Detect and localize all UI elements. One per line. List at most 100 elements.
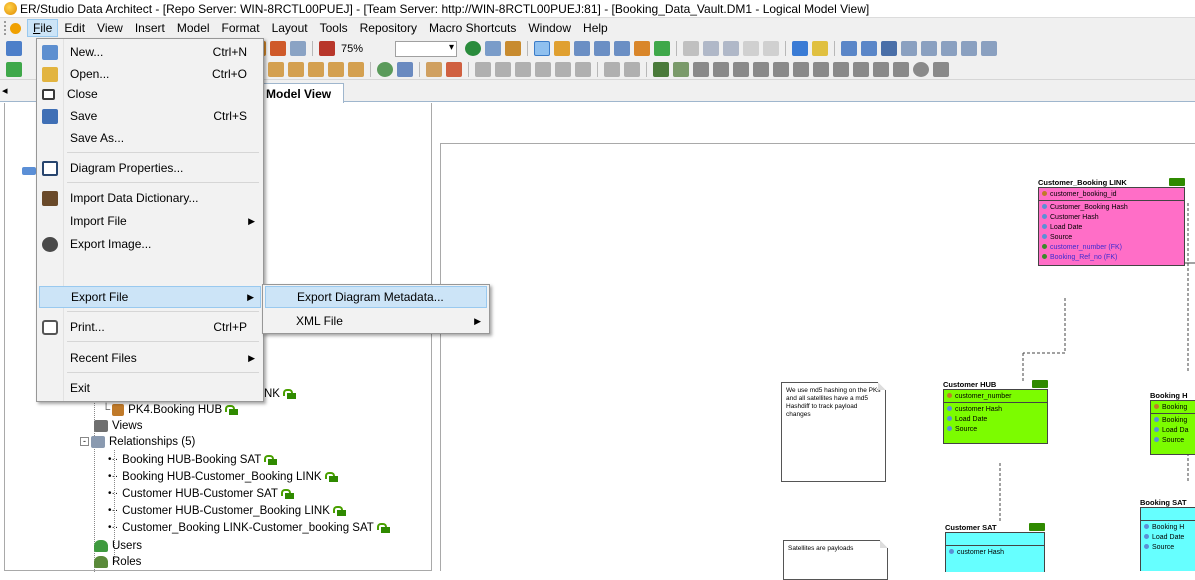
entity-customer-hub[interactable]: Customer HUB customer_number customer Ha… [943,379,1048,444]
entity-booking-hub[interactable]: Booking H Booking Booking Load Da Source [1150,390,1195,455]
menu-insert[interactable]: Insert [129,19,171,37]
menu-tools[interactable]: Tools [314,19,354,37]
align-top-icon[interactable] [495,61,511,77]
zoom-out-icon[interactable] [594,41,611,56]
menu-view[interactable]: View [91,19,129,37]
entity-customer-booking-link[interactable]: Customer_Booking LINK customer_booking_i… [1038,177,1185,266]
relationship-icon[interactable] [901,41,918,56]
list-icon[interactable] [812,41,829,56]
shape-icon[interactable] [348,61,364,77]
menu-item-close[interactable]: Close [39,83,261,105]
merge-icon[interactable] [713,61,729,77]
navigator-icon[interactable] [654,41,671,56]
schema-icon[interactable] [813,61,829,77]
menu-item-export-diagram-metadata[interactable]: Export Diagram Metadata... [265,286,487,308]
tree-relationship-item[interactable]: •·· Booking HUB-Booking SAT [108,452,278,467]
menu-item-diagram-properties[interactable]: Diagram Properties... [39,157,261,179]
users-icon[interactable] [853,61,869,77]
entity-booking-sat[interactable]: Booking SAT Booking H Load Date Source [1140,497,1195,571]
tree-item-roles[interactable]: Roles [94,554,141,569]
tree-relationship-item[interactable]: •·· Booking HUB-Customer_Booking LINK [108,469,338,484]
menu-format[interactable]: Format [216,19,266,37]
new-icon[interactable] [6,41,22,56]
diagram-note-satellites[interactable]: Satellites are payloads [783,540,888,580]
zoom-dropdown[interactable] [395,40,458,57]
tab-scroll-left-icon[interactable]: ◂ [2,84,8,97]
menu-item-xml-file[interactable]: XML File ▶ [265,310,487,332]
pan-icon[interactable] [634,41,651,56]
align2-icon[interactable] [288,61,304,77]
tools-icon[interactable] [426,61,442,77]
space-v-icon[interactable] [624,61,640,77]
report-icon[interactable] [773,61,789,77]
table-icon[interactable] [841,41,858,56]
green-box-icon[interactable] [6,61,22,77]
wizard-icon[interactable] [793,61,809,77]
tab-model-view[interactable]: Model View [260,83,344,103]
macro-icon[interactable] [893,61,909,77]
relationship5-icon[interactable] [981,41,998,56]
submodel-icon[interactable] [673,61,689,77]
menu-macro-shortcuts[interactable]: Macro Shortcuts [423,19,522,37]
zoom-area-icon[interactable] [614,41,631,56]
model-icon[interactable] [653,61,669,77]
relationship3-icon[interactable] [941,41,958,56]
tree-relationship-item[interactable]: •·· Customer HUB-Customer SAT [108,486,294,501]
hand-icon[interactable] [554,41,571,56]
undo-icon[interactable] [743,41,760,56]
menu-edit[interactable]: Edit [58,19,91,37]
compare-icon[interactable] [693,61,709,77]
generate-icon[interactable] [733,61,749,77]
erase-icon[interactable] [446,61,462,77]
view-icon[interactable] [861,41,878,56]
tree-item-relationships[interactable]: - Relationships (5) [80,434,195,449]
paste2-icon[interactable] [723,41,740,56]
menu-item-import-data-dictionary[interactable]: Import Data Dictionary... [39,187,261,209]
align-bottom-icon[interactable] [535,61,551,77]
menubar-grip[interactable] [4,21,7,35]
reverse-icon[interactable] [753,61,769,77]
grid-icon[interactable] [308,61,324,77]
tree-relationship-item[interactable]: •·· Customer HUB-Customer_Booking LINK [108,503,346,518]
menu-layout[interactable]: Layout [266,19,314,37]
cut-icon[interactable] [683,41,700,56]
circle-icon[interactable] [913,61,929,77]
diamond-icon[interactable] [397,61,413,77]
select-pointer-icon[interactable] [534,41,551,56]
entity-customer-sat[interactable]: Customer SAT customer Hash [945,522,1045,572]
align-icon[interactable] [268,61,284,77]
format-brush-icon[interactable] [792,41,809,56]
menu-window[interactable]: Window [522,19,577,37]
menu-item-new[interactable]: New... Ctrl+N [39,41,261,63]
globe-icon[interactable] [377,61,393,77]
draw-icon[interactable] [328,61,344,77]
align-left-icon[interactable] [475,61,491,77]
redo-icon[interactable] [763,41,780,56]
align-right-icon[interactable] [515,61,531,77]
layout-icon[interactable] [505,41,522,56]
menu-item-import-file[interactable]: Import File ▶ [39,210,261,232]
link-icon[interactable] [933,61,949,77]
image-icon[interactable] [290,41,306,56]
menu-item-open[interactable]: Open... Ctrl+O [39,63,261,85]
tree-item-users[interactable]: Users [94,538,142,553]
document-menu-icon[interactable] [10,22,21,34]
diagram-note-hashing[interactable]: We use md5 hashing on the PKs and all sa… [781,382,886,482]
align-center-icon[interactable] [555,61,571,77]
zoom-in-icon[interactable] [574,41,591,56]
menu-item-exit[interactable]: Exit [39,377,261,399]
menu-model[interactable]: Model [171,19,216,37]
paste-icon[interactable] [270,41,286,56]
diagram-icon[interactable] [319,41,335,56]
entity-icon[interactable] [881,41,898,56]
menu-item-print[interactable]: Print... Ctrl+P [39,316,261,338]
tree-item-views[interactable]: Views [94,418,142,433]
menu-help[interactable]: Help [577,19,614,37]
tree-item-link[interactable]: NK [264,386,296,401]
relationship4-icon[interactable] [961,41,978,56]
align-middle-icon[interactable] [575,61,591,77]
relationship2-icon[interactable] [921,41,938,56]
refresh-icon[interactable] [465,41,482,56]
menu-item-save-as[interactable]: Save As... [39,127,261,149]
space-h-icon[interactable] [604,61,620,77]
